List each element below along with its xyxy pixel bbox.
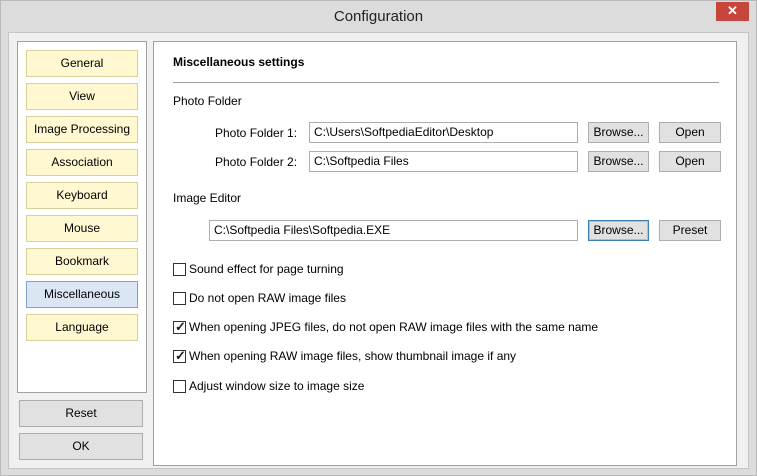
nav-item-association[interactable]: Association	[26, 149, 138, 176]
adjust-window-label[interactable]: Adjust window size to image size	[189, 379, 364, 394]
image-editor-group-label: Image Editor	[173, 191, 242, 205]
no-raw-label[interactable]: Do not open RAW image files	[189, 291, 346, 306]
reset-button[interactable]: Reset	[19, 400, 143, 427]
window-title: Configuration	[333, 8, 424, 25]
photo-folder-2-browse-button[interactable]: Browse...	[588, 151, 649, 172]
nav-item-miscellaneous[interactable]: Miscellaneous	[26, 281, 138, 308]
adjust-window-checkbox[interactable]	[173, 380, 186, 393]
sound-effect-label[interactable]: Sound effect for page turning	[189, 262, 344, 277]
photo-folder-2-label: Photo Folder 2:	[215, 155, 298, 169]
jpeg-skip-raw-checkbox[interactable]: ✓	[173, 319, 186, 334]
photo-folder-1-label: Photo Folder 1:	[215, 126, 298, 140]
checkmark-icon: ✓	[175, 348, 186, 363]
image-editor-browse-button[interactable]: Browse...	[588, 220, 649, 241]
checkmark-icon: ✓	[175, 319, 186, 334]
nav-item-keyboard[interactable]: Keyboard	[26, 182, 138, 209]
ok-button[interactable]: OK	[19, 433, 143, 460]
sound-effect-checkbox[interactable]	[173, 263, 186, 276]
heading-divider	[173, 82, 719, 83]
raw-thumbnail-checkbox[interactable]: ✓	[173, 348, 186, 363]
photo-folder-1-field[interactable]: C:\Users\SoftpediaEditor\Desktop	[309, 122, 578, 143]
close-icon: ✕	[727, 3, 738, 18]
photo-folder-1-browse-button[interactable]: Browse...	[588, 122, 649, 143]
raw-thumbnail-label[interactable]: When opening RAW image files, show thumb…	[189, 349, 516, 364]
image-editor-field[interactable]: C:\Softpedia Files\Softpedia.EXE	[209, 220, 578, 241]
nav-item-view[interactable]: View	[26, 83, 138, 110]
nav-item-bookmark[interactable]: Bookmark	[26, 248, 138, 275]
nav-item-language[interactable]: Language	[26, 314, 138, 341]
photo-folder-group-label: Photo Folder	[173, 94, 242, 108]
photo-folder-2-field[interactable]: C:\Softpedia Files	[309, 151, 578, 172]
image-editor-preset-button[interactable]: Preset	[659, 220, 721, 241]
photo-folder-1-open-button[interactable]: Open	[659, 122, 721, 143]
category-list: General View Image Processing Associatio…	[17, 41, 147, 393]
nav-item-image-processing[interactable]: Image Processing	[26, 116, 138, 143]
dialog-body: General View Image Processing Associatio…	[8, 32, 749, 469]
section-heading: Miscellaneous settings	[173, 55, 305, 69]
settings-panel: Miscellaneous settings Photo Folder Phot…	[153, 41, 737, 466]
configuration-window: Configuration ✕ General View Image Proce…	[0, 0, 757, 476]
no-raw-checkbox[interactable]	[173, 292, 186, 305]
photo-folder-2-open-button[interactable]: Open	[659, 151, 721, 172]
nav-item-general[interactable]: General	[26, 50, 138, 77]
close-button[interactable]: ✕	[716, 2, 749, 21]
jpeg-skip-raw-label[interactable]: When opening JPEG files, do not open RAW…	[189, 320, 598, 335]
nav-item-mouse[interactable]: Mouse	[26, 215, 138, 242]
